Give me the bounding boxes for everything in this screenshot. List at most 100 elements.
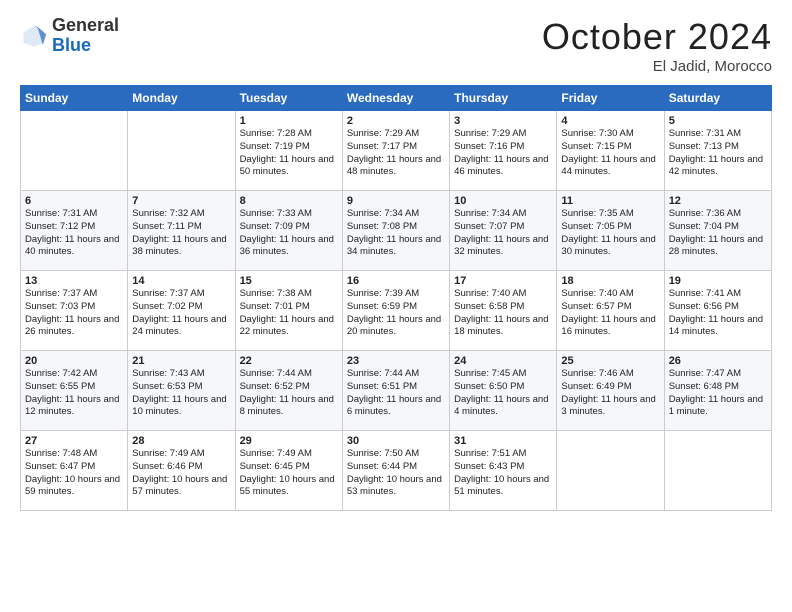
calendar-cell: 9Sunrise: 7:34 AM Sunset: 7:08 PM Daylig… [342,191,449,271]
day-info: Sunrise: 7:37 AM Sunset: 7:03 PM Dayligh… [25,288,123,339]
day-number: 25 [561,355,659,367]
day-number: 13 [25,275,123,287]
day-info: Sunrise: 7:37 AM Sunset: 7:02 PM Dayligh… [132,288,230,339]
day-number: 31 [454,435,552,447]
day-info: Sunrise: 7:34 AM Sunset: 7:07 PM Dayligh… [454,208,552,259]
day-info: Sunrise: 7:48 AM Sunset: 6:47 PM Dayligh… [25,448,123,499]
calendar-week-row: 13Sunrise: 7:37 AM Sunset: 7:03 PM Dayli… [21,271,772,351]
day-number: 27 [25,435,123,447]
day-info: Sunrise: 7:40 AM Sunset: 6:58 PM Dayligh… [454,288,552,339]
day-info: Sunrise: 7:33 AM Sunset: 7:09 PM Dayligh… [240,208,338,259]
day-number: 5 [669,115,767,127]
calendar-day-header: Saturday [664,86,771,111]
calendar-day-header: Wednesday [342,86,449,111]
day-info: Sunrise: 7:39 AM Sunset: 6:59 PM Dayligh… [347,288,445,339]
day-number: 23 [347,355,445,367]
calendar-cell: 30Sunrise: 7:50 AM Sunset: 6:44 PM Dayli… [342,431,449,511]
day-info: Sunrise: 7:38 AM Sunset: 7:01 PM Dayligh… [240,288,338,339]
day-number: 14 [132,275,230,287]
day-info: Sunrise: 7:34 AM Sunset: 7:08 PM Dayligh… [347,208,445,259]
calendar-day-header: Friday [557,86,664,111]
day-info: Sunrise: 7:49 AM Sunset: 6:46 PM Dayligh… [132,448,230,499]
calendar-day-header: Sunday [21,86,128,111]
day-info: Sunrise: 7:45 AM Sunset: 6:50 PM Dayligh… [454,368,552,419]
day-info: Sunrise: 7:40 AM Sunset: 6:57 PM Dayligh… [561,288,659,339]
day-number: 10 [454,195,552,207]
calendar-cell: 6Sunrise: 7:31 AM Sunset: 7:12 PM Daylig… [21,191,128,271]
day-info: Sunrise: 7:47 AM Sunset: 6:48 PM Dayligh… [669,368,767,419]
calendar-cell: 28Sunrise: 7:49 AM Sunset: 6:46 PM Dayli… [128,431,235,511]
day-number: 12 [669,195,767,207]
calendar-week-row: 27Sunrise: 7:48 AM Sunset: 6:47 PM Dayli… [21,431,772,511]
day-number: 2 [347,115,445,127]
day-info: Sunrise: 7:44 AM Sunset: 6:52 PM Dayligh… [240,368,338,419]
page: General Blue October 2024 El Jadid, Moro… [0,0,792,612]
calendar-week-row: 1Sunrise: 7:28 AM Sunset: 7:19 PM Daylig… [21,111,772,191]
day-number: 28 [132,435,230,447]
calendar-day-header: Tuesday [235,86,342,111]
calendar-cell: 21Sunrise: 7:43 AM Sunset: 6:53 PM Dayli… [128,351,235,431]
calendar-cell: 22Sunrise: 7:44 AM Sunset: 6:52 PM Dayli… [235,351,342,431]
day-info: Sunrise: 7:31 AM Sunset: 7:12 PM Dayligh… [25,208,123,259]
calendar-cell: 20Sunrise: 7:42 AM Sunset: 6:55 PM Dayli… [21,351,128,431]
calendar-cell [128,111,235,191]
calendar-cell: 5Sunrise: 7:31 AM Sunset: 7:13 PM Daylig… [664,111,771,191]
logo-blue-text: Blue [52,35,91,55]
day-info: Sunrise: 7:29 AM Sunset: 7:16 PM Dayligh… [454,128,552,179]
calendar-cell: 10Sunrise: 7:34 AM Sunset: 7:07 PM Dayli… [450,191,557,271]
calendar-cell: 17Sunrise: 7:40 AM Sunset: 6:58 PM Dayli… [450,271,557,351]
calendar-cell: 27Sunrise: 7:48 AM Sunset: 6:47 PM Dayli… [21,431,128,511]
day-number: 6 [25,195,123,207]
day-number: 8 [240,195,338,207]
day-info: Sunrise: 7:36 AM Sunset: 7:04 PM Dayligh… [669,208,767,259]
logo: General Blue [20,16,119,56]
day-number: 16 [347,275,445,287]
calendar-cell: 14Sunrise: 7:37 AM Sunset: 7:02 PM Dayli… [128,271,235,351]
logo-general-text: General [52,15,119,35]
calendar-cell [557,431,664,511]
calendar-cell: 2Sunrise: 7:29 AM Sunset: 7:17 PM Daylig… [342,111,449,191]
day-number: 3 [454,115,552,127]
day-info: Sunrise: 7:46 AM Sunset: 6:49 PM Dayligh… [561,368,659,419]
calendar-week-row: 20Sunrise: 7:42 AM Sunset: 6:55 PM Dayli… [21,351,772,431]
day-number: 22 [240,355,338,367]
calendar-cell: 26Sunrise: 7:47 AM Sunset: 6:48 PM Dayli… [664,351,771,431]
calendar-cell: 4Sunrise: 7:30 AM Sunset: 7:15 PM Daylig… [557,111,664,191]
day-number: 1 [240,115,338,127]
day-info: Sunrise: 7:50 AM Sunset: 6:44 PM Dayligh… [347,448,445,499]
calendar-cell: 23Sunrise: 7:44 AM Sunset: 6:51 PM Dayli… [342,351,449,431]
calendar-cell [664,431,771,511]
day-info: Sunrise: 7:31 AM Sunset: 7:13 PM Dayligh… [669,128,767,179]
calendar-cell: 29Sunrise: 7:49 AM Sunset: 6:45 PM Dayli… [235,431,342,511]
calendar-cell: 15Sunrise: 7:38 AM Sunset: 7:01 PM Dayli… [235,271,342,351]
day-number: 11 [561,195,659,207]
day-info: Sunrise: 7:28 AM Sunset: 7:19 PM Dayligh… [240,128,338,179]
day-info: Sunrise: 7:43 AM Sunset: 6:53 PM Dayligh… [132,368,230,419]
day-info: Sunrise: 7:29 AM Sunset: 7:17 PM Dayligh… [347,128,445,179]
month-title: October 2024 [542,16,772,58]
day-number: 18 [561,275,659,287]
header: General Blue October 2024 El Jadid, Moro… [20,16,772,75]
day-info: Sunrise: 7:49 AM Sunset: 6:45 PM Dayligh… [240,448,338,499]
calendar-cell: 16Sunrise: 7:39 AM Sunset: 6:59 PM Dayli… [342,271,449,351]
calendar-cell: 12Sunrise: 7:36 AM Sunset: 7:04 PM Dayli… [664,191,771,271]
day-number: 17 [454,275,552,287]
calendar-cell: 1Sunrise: 7:28 AM Sunset: 7:19 PM Daylig… [235,111,342,191]
calendar-cell: 11Sunrise: 7:35 AM Sunset: 7:05 PM Dayli… [557,191,664,271]
calendar-cell: 7Sunrise: 7:32 AM Sunset: 7:11 PM Daylig… [128,191,235,271]
day-number: 29 [240,435,338,447]
day-info: Sunrise: 7:35 AM Sunset: 7:05 PM Dayligh… [561,208,659,259]
calendar-day-header: Thursday [450,86,557,111]
logo-icon [20,22,48,50]
day-number: 7 [132,195,230,207]
day-number: 15 [240,275,338,287]
day-info: Sunrise: 7:30 AM Sunset: 7:15 PM Dayligh… [561,128,659,179]
day-info: Sunrise: 7:41 AM Sunset: 6:56 PM Dayligh… [669,288,767,339]
calendar-cell: 18Sunrise: 7:40 AM Sunset: 6:57 PM Dayli… [557,271,664,351]
calendar-header-row: SundayMondayTuesdayWednesdayThursdayFrid… [21,86,772,111]
title-block: October 2024 El Jadid, Morocco [542,16,772,75]
day-number: 20 [25,355,123,367]
calendar-cell: 19Sunrise: 7:41 AM Sunset: 6:56 PM Dayli… [664,271,771,351]
calendar-week-row: 6Sunrise: 7:31 AM Sunset: 7:12 PM Daylig… [21,191,772,271]
calendar-cell: 25Sunrise: 7:46 AM Sunset: 6:49 PM Dayli… [557,351,664,431]
